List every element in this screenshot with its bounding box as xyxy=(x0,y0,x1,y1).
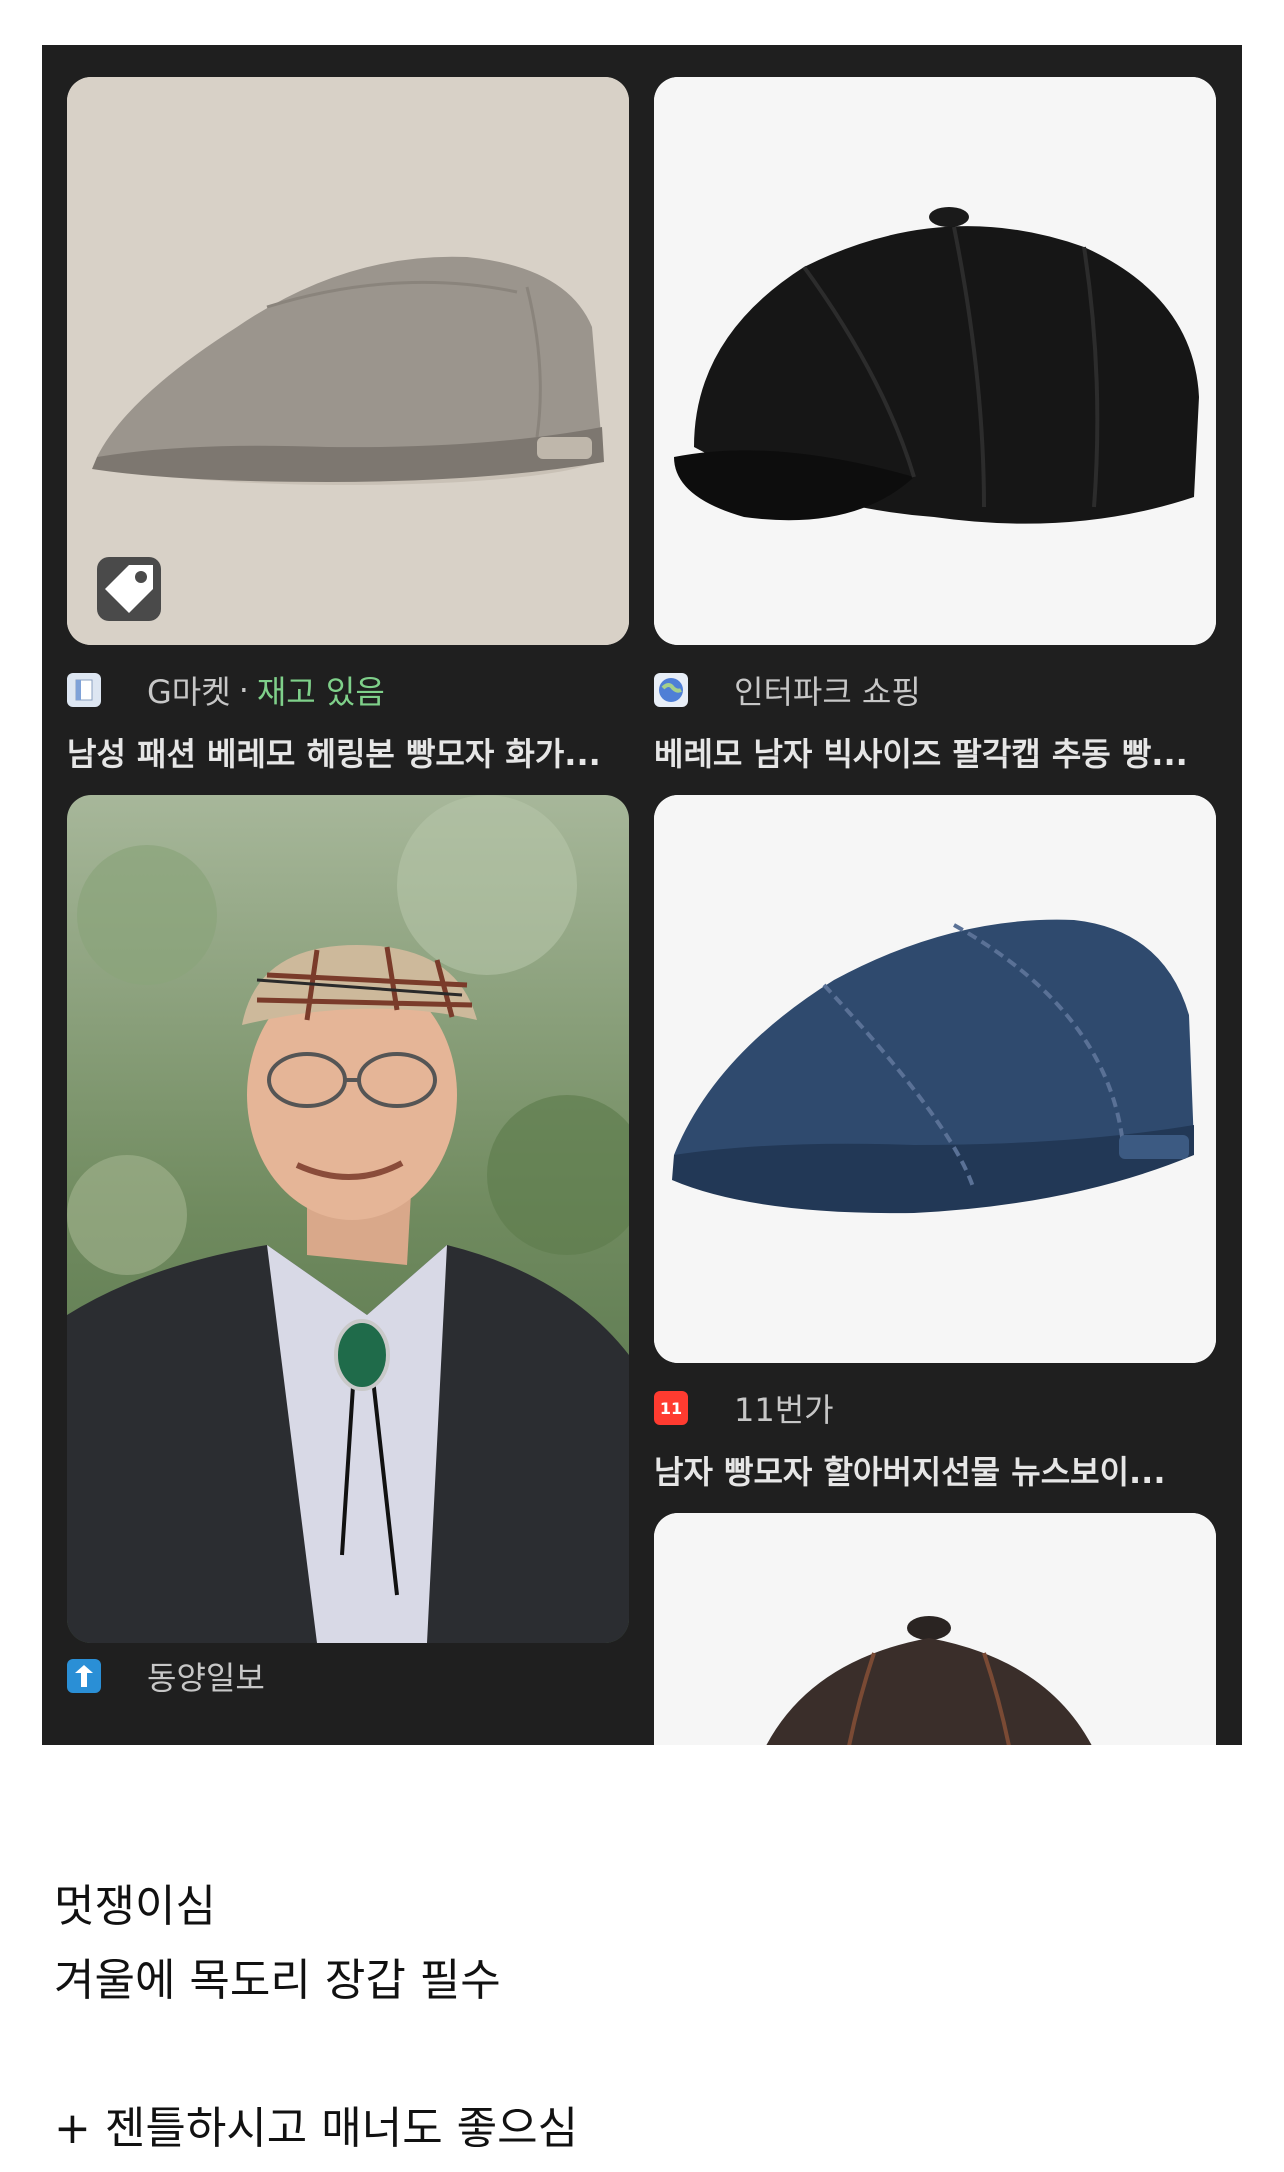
result-meta: 11 11번가 남자 빵모자 할아버지선물 뉴스보이... xyxy=(654,1363,1216,1513)
11st-icon: 11 xyxy=(654,1391,688,1425)
elderly-man-photo xyxy=(67,795,629,1643)
result-card[interactable]: G마켓 · 재고 있음 남성 패션 베레모 헤링본 빵모자 화가... xyxy=(67,77,629,795)
result-source[interactable]: G마켓 · 재고 있음 xyxy=(67,671,385,711)
result-card[interactable] xyxy=(654,1513,1216,1745)
result-card[interactable]: 동양일보 xyxy=(67,795,629,1729)
results-column-left: G마켓 · 재고 있음 남성 패션 베레모 헤링본 빵모자 화가... 동양일보 xyxy=(67,77,629,1729)
separator: · xyxy=(238,671,249,709)
result-title[interactable]: 남자 빵모자 할아버지선물 뉴스보이... xyxy=(654,1447,1216,1493)
denim-flat-cap-photo xyxy=(654,795,1216,1363)
caption-line: 겨울에 목도리 장갑 필수 xyxy=(54,1955,501,2006)
result-source[interactable]: 동양일보 xyxy=(67,1657,265,1697)
black-newsboy-cap-image[interactable] xyxy=(654,77,1216,645)
source-name: G마켓 xyxy=(147,673,231,711)
result-meta: 동양일보 xyxy=(67,1643,629,1729)
source-name: 동양일보 xyxy=(147,1659,265,1697)
result-source[interactable]: 11 11번가 xyxy=(654,1389,834,1429)
gray-flat-cap-image[interactable] xyxy=(67,77,629,645)
black-newsboy-cap-photo xyxy=(654,77,1216,645)
shopping-tag-icon xyxy=(97,557,161,621)
results-column-right: 인터파크 쇼핑 베레모 남자 빅사이즈 팔각캡 추동 빵... 11 11번가 … xyxy=(654,77,1216,1745)
result-title[interactable]: 남성 패션 베레모 헤링본 빵모자 화가... xyxy=(67,729,629,775)
man-in-cap-image[interactable] xyxy=(67,795,629,1643)
result-title[interactable]: 베레모 남자 빅사이즈 팔각캡 추동 빵... xyxy=(654,729,1216,775)
gmarket-icon xyxy=(67,673,101,707)
source-name: 11번가 xyxy=(734,1391,834,1429)
result-meta: G마켓 · 재고 있음 남성 패션 베레모 헤링본 빵모자 화가... xyxy=(67,645,629,795)
11st-icon-label: 11 xyxy=(659,1398,683,1418)
interpark-icon xyxy=(654,673,688,707)
dongyang-icon xyxy=(67,1659,101,1693)
result-source[interactable]: 인터파크 쇼핑 xyxy=(654,671,921,711)
result-card[interactable]: 11 11번가 남자 빵모자 할아버지선물 뉴스보이... xyxy=(654,795,1216,1513)
image-search-results: G마켓 · 재고 있음 남성 패션 베레모 헤링본 빵모자 화가... 동양일보… xyxy=(42,45,1242,1745)
post-caption: 멋쟁이심 겨울에 목도리 장갑 필수 + 젠틀하시고 매너도 좋으심 xyxy=(54,1870,578,2166)
source-name: 인터파크 쇼핑 xyxy=(734,673,921,711)
caption-line: + 젠틀하시고 매너도 좋으심 xyxy=(54,2103,579,2154)
result-meta: 인터파크 쇼핑 베레모 남자 빅사이즈 팔각캡 추동 빵... xyxy=(654,645,1216,795)
result-card[interactable]: 인터파크 쇼핑 베레모 남자 빅사이즈 팔각캡 추동 빵... xyxy=(654,77,1216,795)
denim-flat-cap-image[interactable] xyxy=(654,795,1216,1363)
brown-cap-photo xyxy=(654,1513,1216,1745)
brown-cap-image[interactable] xyxy=(654,1513,1216,1745)
caption-line: 멋쟁이심 xyxy=(54,1881,216,1932)
stock-status: 재고 있음 xyxy=(256,673,385,711)
